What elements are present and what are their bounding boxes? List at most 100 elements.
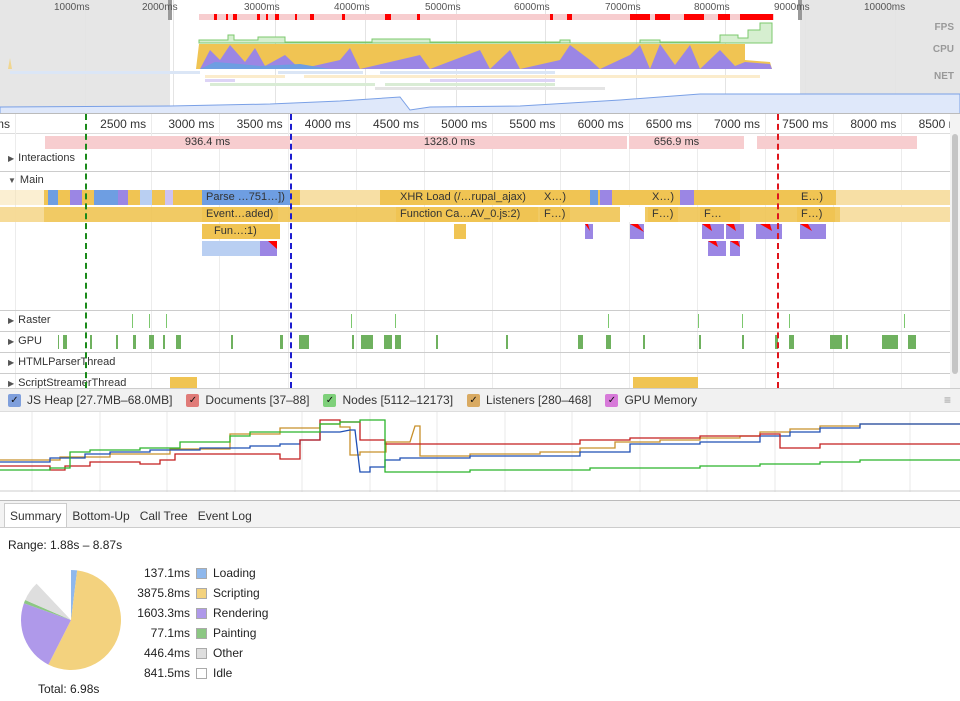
legend-row: 841.5ms Idle <box>120 664 232 682</box>
frame-block[interactable]: 656.9 ms <box>629 136 744 149</box>
counter-toggle[interactable]: ✓ Listeners [280–468] <box>467 393 591 407</box>
flame-block-xhr[interactable]: X…) <box>648 190 678 205</box>
summary-total: Total: 6.98s <box>38 682 100 696</box>
legend-label: Scripting <box>213 586 260 600</box>
overview-network-bars <box>10 71 760 90</box>
memory-counters-bar: ✓ JS Heap [27.7MB–68.0MB] ✓ Documents [37–8… <box>0 388 960 412</box>
flame-block-function-call[interactable]: Function Ca…AV_0.js:2) <box>396 207 538 222</box>
flame-block-event-dom-loaded[interactable]: Event…aded) <box>202 207 278 222</box>
legend-row: 446.4ms Other <box>120 644 243 662</box>
counter-toggle[interactable]: ✓ Documents [37–88] <box>186 393 309 407</box>
track-label-interactions: Interactions <box>18 152 76 164</box>
tab-event-log[interactable]: Event Log <box>193 504 257 527</box>
counter-toggle[interactable]: ✓ GPU Memory <box>605 393 697 407</box>
track-label-html-parser: HTMLParserThread <box>18 356 116 368</box>
ruler-tick-label: 7500 ms <box>782 117 829 131</box>
selected-range: Range: 1.88s – 8.87s <box>8 538 123 552</box>
flame-block-function[interactable]: F…) <box>648 207 678 222</box>
listeners-line <box>0 423 960 461</box>
frame-duration: 936.4 ms <box>184 136 231 148</box>
flame-chart[interactable]: 936.4 ms 1328.0 ms 656.9 ms ▶ Interaction… <box>0 134 950 388</box>
frame-duration: 656.9 ms <box>653 136 700 148</box>
track-script-streamer-thread[interactable]: ▶ ScriptStreamerThread <box>0 373 950 388</box>
frame-duration: 1328.0 ms <box>423 136 476 148</box>
flame-block-function[interactable]: F…) <box>797 207 835 222</box>
legend-row: 77.1ms Painting <box>120 624 257 642</box>
ruler-tick-label: 5500 ms <box>509 117 556 131</box>
flame-block-event[interactable]: E…) <box>797 190 835 205</box>
details-tabs: Summary Bottom-Up Call Tree Event Log <box>0 501 960 528</box>
dom-content-loaded-marker <box>85 114 87 388</box>
counter-label: Listeners [280–468] <box>486 393 592 407</box>
legend-value: 137.1ms <box>143 566 190 580</box>
counter-label: Documents [37–88] <box>205 393 310 407</box>
legend-label: Loading <box>213 566 256 580</box>
menu-icon[interactable]: ≡ <box>944 393 951 407</box>
checkbox-checked-icon[interactable]: ✓ <box>467 393 481 407</box>
frame-block[interactable]: 936.4 ms <box>45 136 290 149</box>
overview-graphs <box>0 14 960 113</box>
flame-block-parse-html[interactable]: Parse …751…]) <box>202 190 290 205</box>
track-html-parser-thread[interactable]: ▶ HTMLParserThread <box>0 352 950 373</box>
ruler-tick-label: 7000 ms <box>713 117 760 131</box>
summary-pie-chart <box>20 570 122 670</box>
counter-label: GPU Memory <box>624 393 698 407</box>
legend-value: 446.4ms <box>143 646 190 660</box>
flame-block-xhr-load[interactable]: XHR Load (/…rupal_ajax) <box>396 190 538 205</box>
tab-bottom-up[interactable]: Bottom-Up <box>67 504 134 527</box>
time-ruler[interactable]: ms2500 ms3000 ms3500 ms4000 ms4500 ms500… <box>0 114 960 134</box>
track-main[interactable]: ▼ Main Parse …751…]) XHR Load (/…rupal_a… <box>0 171 950 310</box>
flame-block-function[interactable]: F…) <box>540 207 570 222</box>
script-stream-event[interactable] <box>633 377 698 388</box>
counter-toggle[interactable]: ✓ Nodes [5112–12173] <box>323 393 453 407</box>
legend-row: 137.1ms Loading <box>120 564 256 582</box>
legend-value: 3875.8ms <box>137 586 190 600</box>
legend-value: 841.5ms <box>143 666 190 680</box>
legend-row: 1603.3ms Rendering <box>120 604 268 622</box>
script-stream-event[interactable] <box>170 377 197 388</box>
ruler-tick-label: 5000 ms <box>441 117 488 131</box>
tab-summary[interactable]: Summary <box>4 503 68 527</box>
expand-arrow-icon[interactable]: ▶ <box>8 154 14 163</box>
frame-block[interactable] <box>757 136 917 149</box>
ruler-tick-label: 3000 ms <box>168 117 215 131</box>
flame-block-function[interactable]: F… <box>700 207 740 222</box>
checkbox-checked-icon[interactable]: ✓ <box>323 393 337 407</box>
flame-block-function-short[interactable]: Fun…:1) <box>208 224 278 239</box>
checkbox-checked-icon[interactable]: ✓ <box>8 393 21 407</box>
legend-swatch <box>196 607 207 619</box>
legend-swatch <box>196 647 207 659</box>
scrollbar-thumb[interactable] <box>952 134 958 374</box>
tab-call-tree[interactable]: Call Tree <box>135 504 193 527</box>
track-raster[interactable]: ▶ Raster <box>0 310 950 331</box>
timeline-overview[interactable]: 1000ms 2000ms 3000ms 4000ms 5000ms 6000ms 7000… <box>0 0 960 114</box>
ruler-tick-label: 3500 ms <box>236 117 283 131</box>
details-panel: Summary Bottom-Up Call Tree Event Log Ra… <box>0 500 960 701</box>
legend-row: 3875.8ms Scripting <box>120 584 260 602</box>
legend-swatch <box>196 667 207 679</box>
legend-label: Painting <box>213 626 257 640</box>
legend-label: Rendering <box>213 606 269 620</box>
collapse-arrow-icon[interactable]: ▼ <box>8 176 16 185</box>
expand-arrow-icon[interactable]: ▶ <box>8 358 14 367</box>
counter-label: Nodes [5112–12173] <box>342 393 454 407</box>
legend-label: Idle <box>213 666 233 680</box>
ruler-tick-label: ms <box>0 117 10 131</box>
ruler-tick-label: 6000 ms <box>577 117 624 131</box>
counter-label: JS Heap [27.7MB–68.0MB] <box>27 393 173 407</box>
documents-line <box>0 419 960 471</box>
ruler-tick-label: 6500 ms <box>645 117 692 131</box>
checkbox-checked-icon[interactable]: ✓ <box>186 393 200 407</box>
expand-arrow-icon[interactable]: ▶ <box>8 379 14 388</box>
checkbox-checked-icon[interactable]: ✓ <box>605 393 619 407</box>
flame-chart-scrollbar[interactable] <box>950 114 960 388</box>
track-gpu[interactable]: ▶ GPU <box>0 331 950 352</box>
flame-block-xhr[interactable]: X…) <box>540 190 570 205</box>
legend-swatch <box>196 587 207 599</box>
gpu-events <box>58 335 916 349</box>
frame-block[interactable]: 1328.0 ms <box>292 136 627 149</box>
load-event-marker <box>777 114 779 388</box>
counter-toggle[interactable]: ✓ JS Heap [27.7MB–68.0MB] <box>8 393 172 407</box>
track-label-main: Main <box>19 174 44 186</box>
track-interactions[interactable]: ▶ Interactions <box>0 150 950 170</box>
